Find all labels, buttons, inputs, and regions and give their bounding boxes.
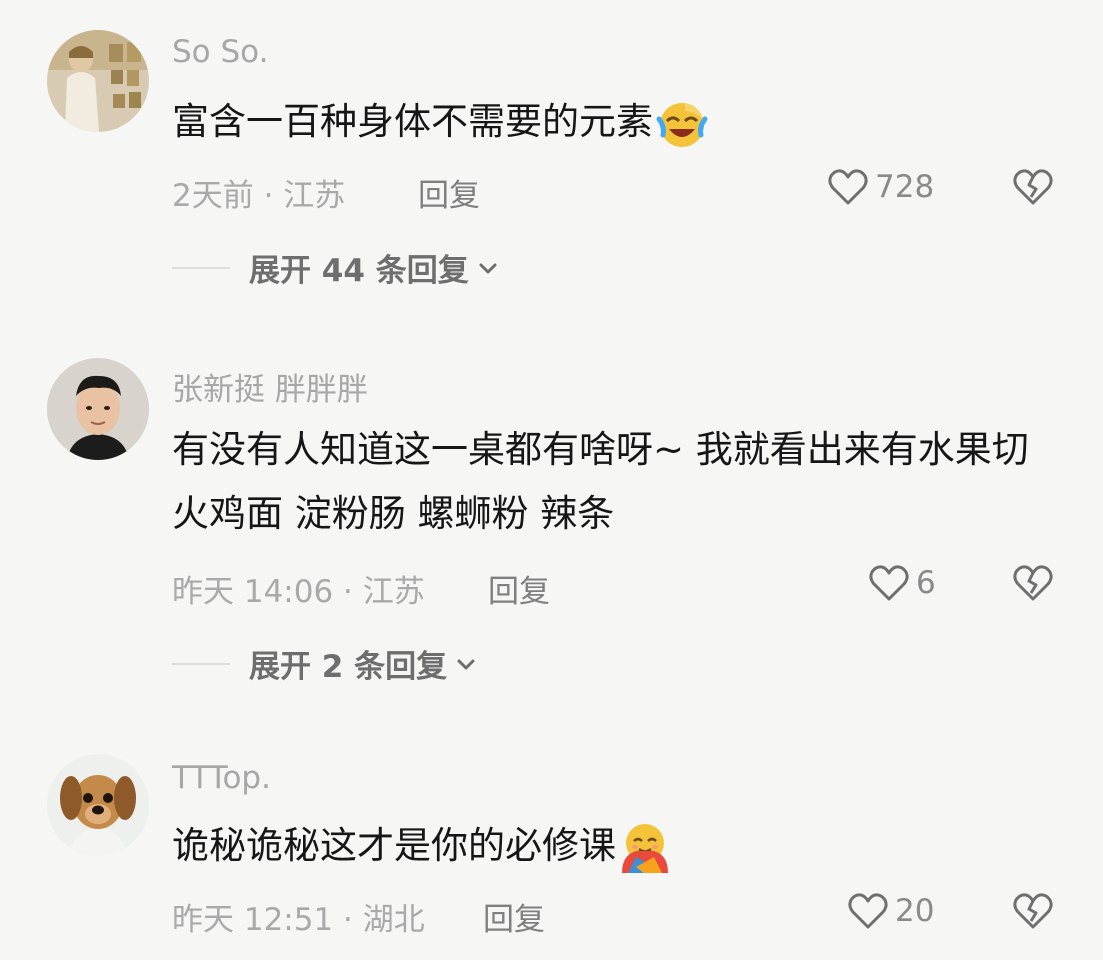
username[interactable]: TTTop.: [172, 760, 271, 796]
like-button[interactable]: 20: [847, 890, 934, 932]
hugging-smiling-emoji-icon: [622, 823, 668, 873]
avatar[interactable]: [47, 358, 149, 460]
reply-button[interactable]: 回复: [418, 170, 480, 215]
heart-icon: [828, 169, 868, 205]
like-count: 20: [895, 893, 935, 929]
comment-text-content: 富含一百种身体不需要的元素: [172, 100, 653, 143]
dislike-button[interactable]: [1012, 166, 1054, 212]
heart-icon: [848, 893, 888, 929]
comment-text: 诡秘诡秘这才是你的必修课: [172, 814, 1052, 878]
expand-replies-label: 展开 44 条回复: [249, 253, 469, 289]
avatar[interactable]: [47, 30, 149, 132]
broken-heart-icon: [1013, 169, 1053, 205]
reply-button[interactable]: 回复: [488, 566, 550, 611]
chevron-down-icon: [479, 263, 497, 273]
like-count: 6: [916, 565, 936, 601]
like-button[interactable]: 6: [868, 562, 936, 604]
dislike-button[interactable]: [1012, 562, 1054, 608]
comment-text-content: 诡秘诡秘这才是你的必修课: [172, 824, 616, 867]
comment-meta: 昨天 12:51 · 湖北: [172, 902, 425, 938]
chevron-down-icon: [457, 659, 475, 669]
like-button[interactable]: 728: [827, 166, 934, 208]
expand-replies-label: 展开 2 条回复: [249, 649, 448, 685]
username[interactable]: So So.: [172, 34, 268, 70]
like-count: 728: [875, 169, 935, 205]
comment-meta: 昨天 14:06 · 江苏: [172, 574, 425, 610]
broken-heart-icon: [1013, 565, 1053, 601]
comment-text: 富含一百种身体不需要的元素: [172, 90, 1052, 154]
username[interactable]: 张新挺 胖胖胖: [172, 364, 368, 409]
comment-meta: 2天前 · 江苏: [172, 178, 346, 214]
dislike-button[interactable]: [1012, 890, 1054, 936]
divider-line: [172, 662, 230, 665]
expand-replies[interactable]: 展开 2 条回复: [172, 641, 477, 686]
divider-line: [172, 266, 230, 269]
reply-button[interactable]: 回复: [483, 894, 545, 939]
heart-icon: [869, 565, 909, 601]
broken-heart-icon: [1013, 893, 1053, 929]
avatar[interactable]: [47, 754, 149, 856]
laughing-crying-emoji-icon: [656, 102, 708, 147]
expand-replies[interactable]: 展开 44 条回复: [172, 245, 499, 290]
comment-text: 有没有人知道这一桌都有啥呀~ 我就看出来有水果切 火鸡面 淀粉肠 螺蛳粉 辣条: [172, 428, 1029, 535]
